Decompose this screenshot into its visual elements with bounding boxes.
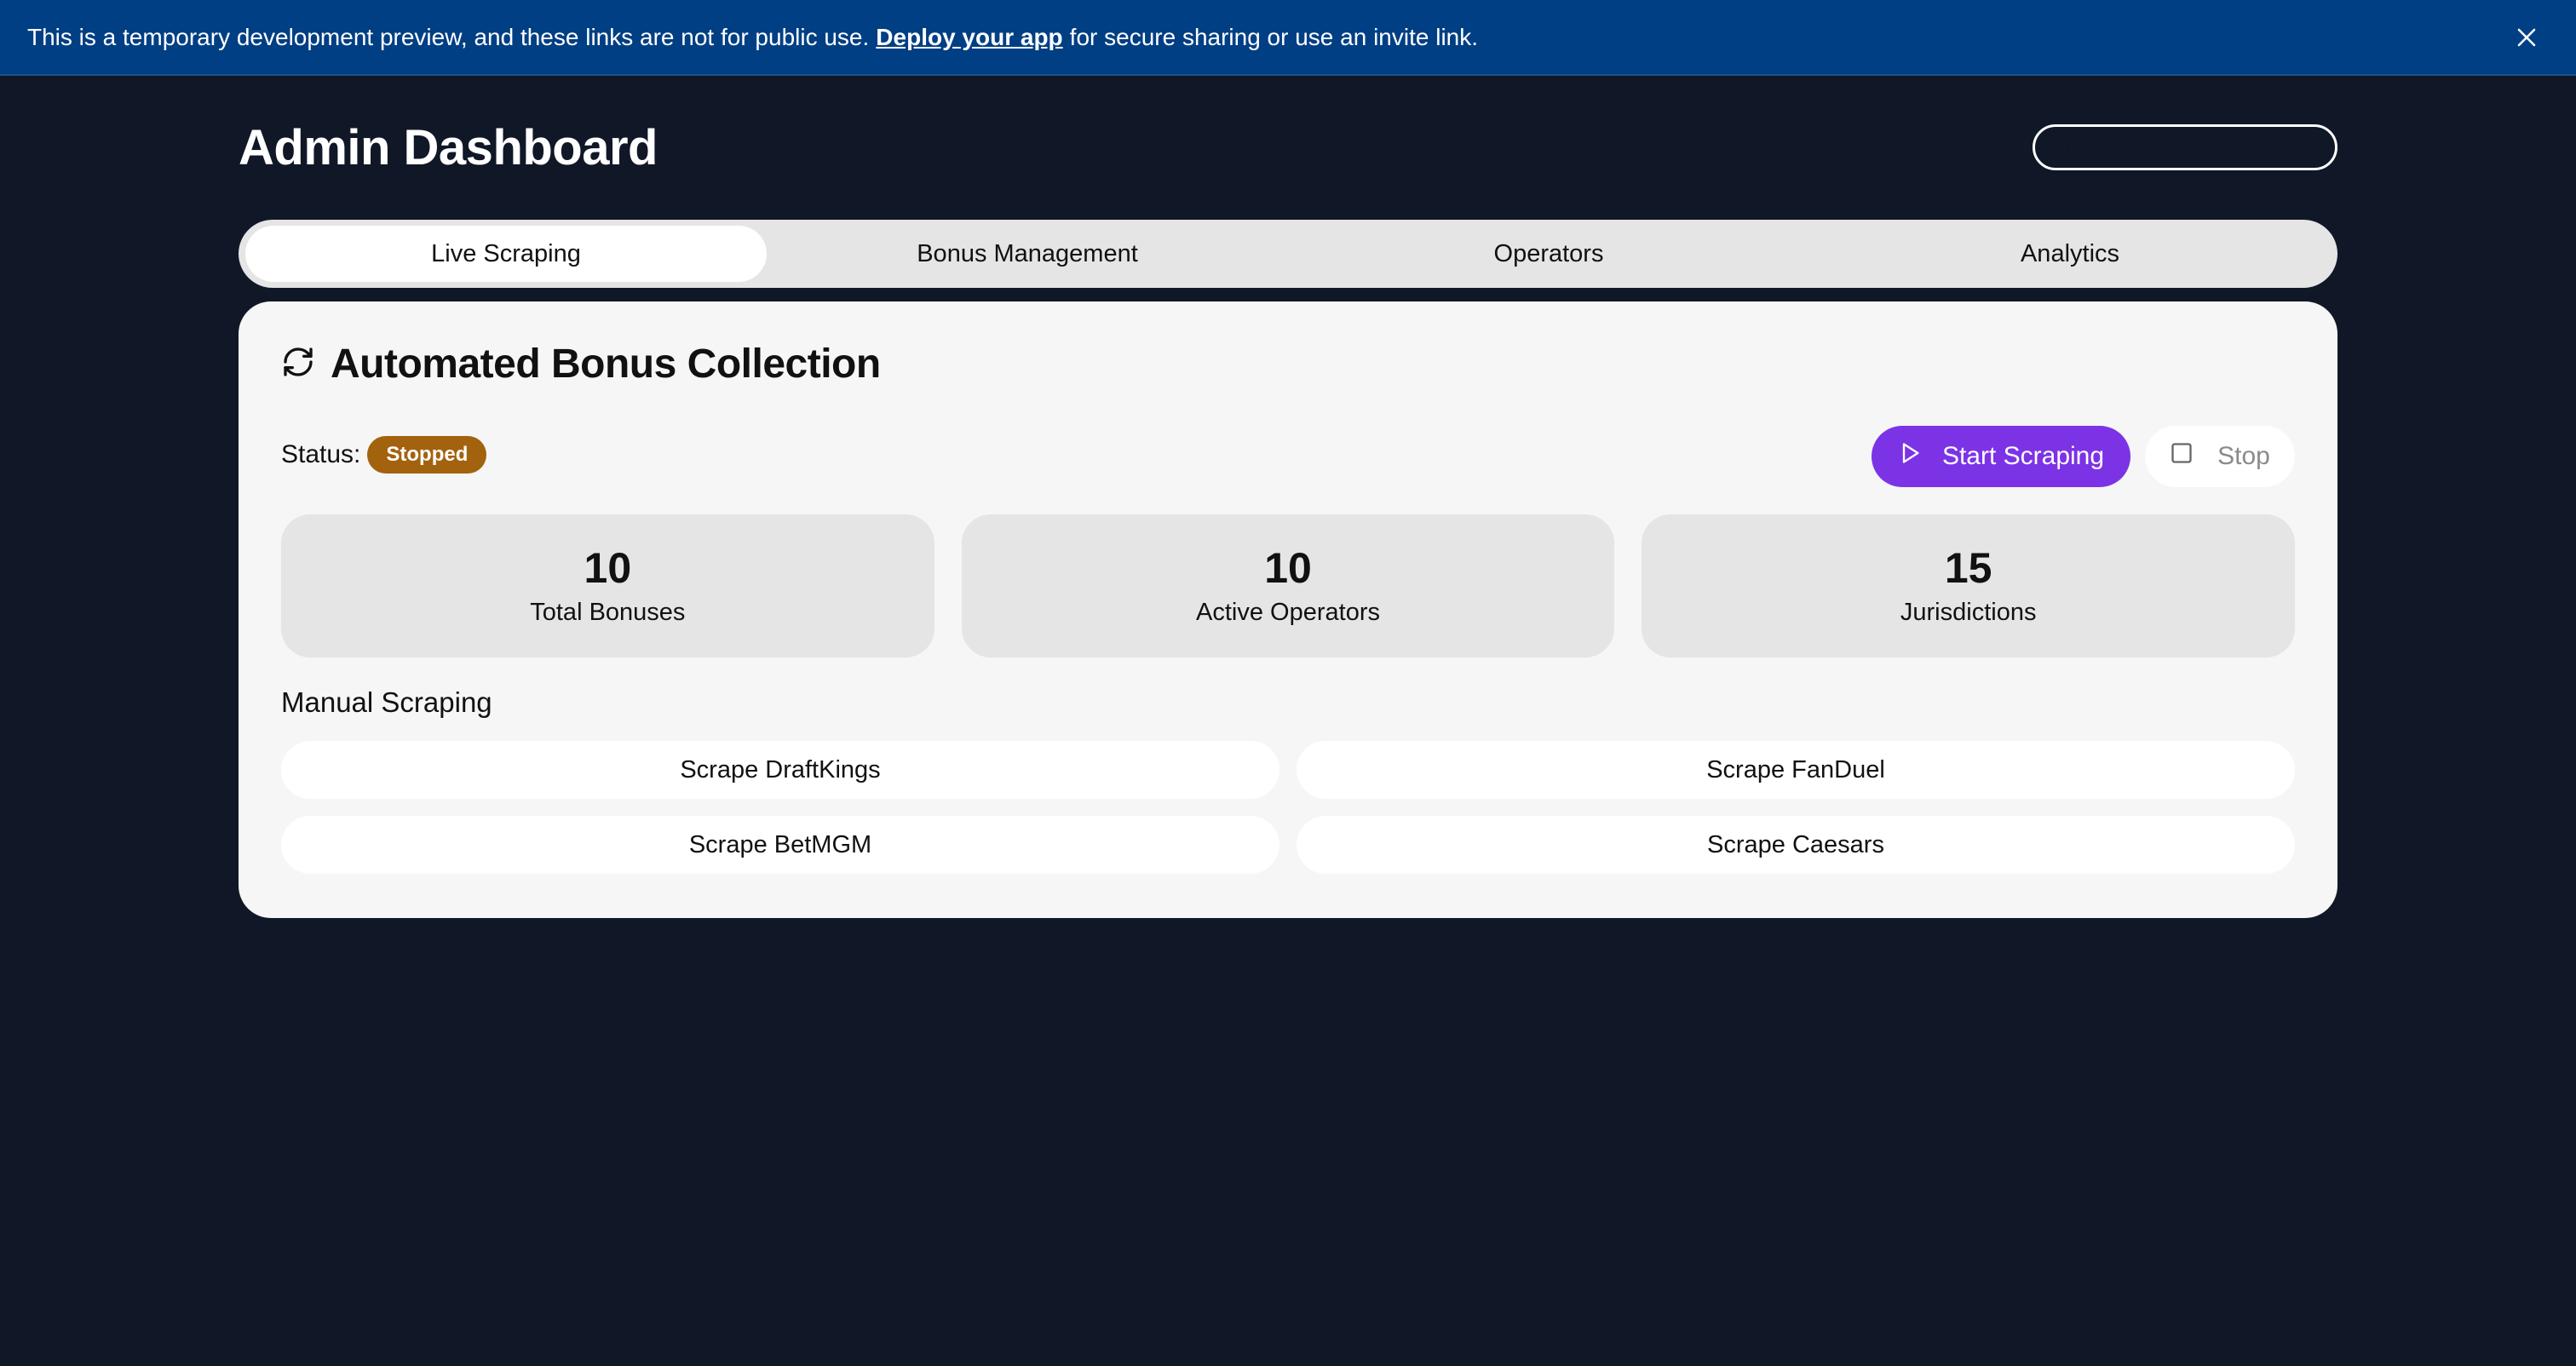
tab-live-scraping[interactable]: Live Scraping: [245, 226, 767, 282]
page-title: Admin Dashboard: [239, 120, 658, 175]
tab-analytics[interactable]: Analytics: [1809, 226, 2331, 282]
scrape-caesars-button[interactable]: Scrape Caesars: [1297, 816, 2295, 874]
scrape-draftkings-button[interactable]: Scrape DraftKings: [281, 741, 1279, 799]
stat-label: Active Operators: [1196, 599, 1380, 626]
square-icon: [2170, 441, 2194, 472]
stat-active-operators: 10 Active Operators: [961, 514, 1615, 657]
stat-jurisdictions: 15 Jurisdictions: [1642, 514, 2296, 657]
start-scraping-button[interactable]: Start Scraping: [1872, 426, 2130, 487]
refresh-icon: [281, 345, 315, 383]
stop-label: Stop: [2217, 442, 2270, 470]
stat-value: 10: [1264, 544, 1312, 592]
stop-button[interactable]: Stop: [2145, 426, 2295, 487]
tab-bonus-management[interactable]: Bonus Management: [767, 226, 1288, 282]
tab-bar: Live Scraping Bonus Management Operators…: [239, 220, 2337, 288]
status-row: Status: Stopped: [281, 436, 487, 474]
status-label: Status:: [281, 440, 361, 468]
stat-label: Total Bonuses: [530, 599, 686, 626]
manual-scraping-grid: Scrape DraftKings Scrape FanDuel Scrape …: [281, 741, 2295, 874]
scrape-betmgm-button[interactable]: Scrape BetMGM: [281, 816, 1279, 874]
bonus-collection-card: Automated Bonus Collection Status: Stopp…: [239, 301, 2337, 918]
app-root: This is a temporary development preview,…: [0, 0, 2576, 1366]
real-data-management-button[interactable]: Real Data Management: [2033, 124, 2337, 170]
stat-value: 15: [1944, 544, 1992, 592]
start-scraping-label: Start Scraping: [1941, 442, 2105, 470]
stat-label: Jurisdictions: [1900, 599, 2037, 626]
card-title: Automated Bonus Collection: [331, 342, 881, 387]
card-header: Automated Bonus Collection: [281, 341, 881, 387]
manual-scraping-title: Manual Scraping: [281, 686, 492, 718]
scrape-fanduel-button[interactable]: Scrape FanDuel: [1297, 741, 2295, 799]
tab-operators[interactable]: Operators: [1288, 226, 1809, 282]
close-icon[interactable]: [2511, 22, 2542, 53]
banner-text-after: for secure sharing or use an invite link…: [1069, 23, 1479, 50]
deploy-app-link[interactable]: Deploy your app: [876, 24, 1062, 51]
banner-text-before: This is a temporary development preview,…: [27, 23, 870, 50]
status-badge: Stopped: [367, 436, 487, 474]
stats-row: 10 Total Bonuses 10 Active Operators 15 …: [281, 514, 2296, 657]
play-icon: [1898, 441, 1922, 472]
stat-value: 10: [584, 544, 632, 592]
preview-banner: This is a temporary development preview,…: [0, 0, 2576, 76]
stat-total-bonuses: 10 Total Bonuses: [281, 514, 934, 657]
